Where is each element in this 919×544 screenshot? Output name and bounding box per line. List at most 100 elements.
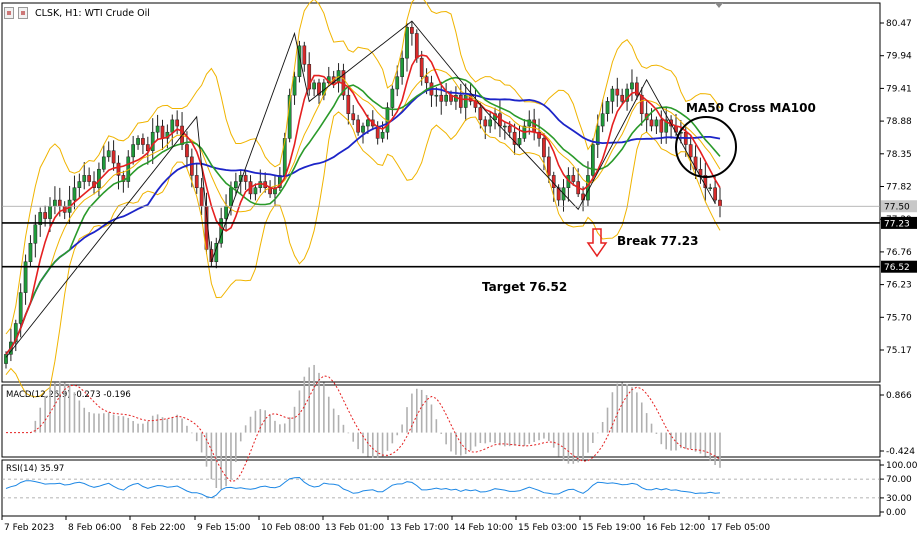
candle-body: [253, 187, 258, 195]
candle-body: [185, 144, 189, 158]
candle-body: [77, 181, 82, 188]
chart-header: CLSK, H1: WTI Crude Oil: [4, 5, 150, 21]
candle-body: [571, 175, 576, 182]
candle-body: [101, 156, 106, 170]
candle-body: [502, 125, 507, 128]
candle-body: [463, 94, 468, 108]
candle-body: [600, 113, 605, 127]
time-tick-label: 8 Feb 06:00: [68, 523, 122, 533]
candle-body: [43, 212, 47, 219]
candle-body: [82, 175, 87, 182]
time-tick-label: 13 Feb 01:00: [325, 523, 384, 533]
candle-body: [312, 82, 316, 90]
macd-title: MACD(12,26,9) -0.273 -0.196: [6, 390, 131, 400]
candle-body: [649, 119, 654, 127]
symbol-title: CLSK, H1: WTI Crude Oil: [35, 7, 150, 19]
candle-body: [380, 131, 385, 139]
candle-body: [517, 138, 522, 145]
time-tick-label: 9 Feb 15:00: [197, 523, 251, 533]
rsi-tick-label: 0.00: [886, 508, 906, 518]
candle-body: [361, 125, 365, 133]
candle-body: [615, 88, 620, 96]
candle-body: [424, 76, 429, 84]
candle-body: [410, 27, 414, 34]
candle-body: [57, 199, 62, 207]
candle-body: [224, 205, 228, 219]
candle-body: [439, 94, 444, 102]
price-pane: [1, 2, 881, 383]
candle-body: [713, 187, 717, 201]
candle-body: [28, 243, 33, 263]
candle-body: [292, 76, 297, 96]
price-tick-label: 79.94: [886, 52, 912, 62]
time-tick-label: 7 Feb 2023: [4, 523, 54, 533]
time-tick-label: 10 Feb 08:00: [261, 523, 320, 533]
candle-body: [136, 138, 140, 145]
candle-body: [160, 125, 165, 139]
level-tag-label: 77.23: [884, 219, 910, 229]
candle-body: [48, 205, 52, 219]
candle-body: [400, 57, 404, 77]
candle-body: [630, 82, 634, 90]
candle-body: [366, 119, 370, 127]
rsi-tick-label: 30.00: [886, 494, 912, 504]
time-tick-label: 15 Feb 03:00: [518, 523, 577, 533]
candle-body: [356, 119, 360, 133]
candle-body: [199, 187, 204, 207]
price-tick-label: 75.70: [886, 313, 912, 323]
candle-body: [620, 94, 625, 102]
candle-body: [155, 125, 160, 133]
rsi-pane: [1, 459, 881, 517]
candle-body: [507, 125, 512, 133]
last-price-label: 77.50: [884, 203, 910, 213]
window-icon[interactable]: [4, 7, 14, 19]
candle-body: [390, 88, 395, 108]
candle-body: [111, 150, 116, 164]
time-tick-label: 8 Feb 22:00: [132, 523, 186, 533]
time-tick-label: 16 Feb 12:00: [646, 523, 705, 533]
macd-pane: [1, 384, 881, 458]
price-tick-label: 80.47: [886, 19, 912, 29]
candle-body: [478, 107, 483, 121]
candle-body: [189, 156, 194, 176]
time-tick-label: 15 Feb 19:00: [582, 523, 641, 533]
macd-tick-label: -0.424: [886, 447, 915, 457]
candle-body: [586, 175, 590, 201]
price-tick-label: 75.17: [886, 346, 912, 356]
price-chart[interactable]: 80.4779.9479.4178.8878.3577.8277.2976.76…: [0, 0, 919, 540]
candle-body: [659, 119, 664, 133]
time-tick-label: 17 Feb 05:00: [711, 523, 770, 533]
price-tick-label: 78.88: [886, 117, 912, 127]
candle-body: [718, 199, 722, 207]
price-tick-label: 76.23: [886, 281, 912, 291]
candle-body: [106, 150, 111, 158]
time-tick-label: 14 Feb 10:00: [454, 523, 513, 533]
candle-body: [483, 119, 488, 127]
candle-body: [590, 144, 595, 176]
level-tag-label: 76.52: [884, 263, 910, 273]
price-tick-label: 78.35: [886, 150, 912, 160]
candle-body: [229, 187, 233, 207]
rsi-tick-label: 70.00: [886, 475, 912, 485]
candle-body: [243, 175, 248, 182]
candle-body: [532, 119, 537, 133]
candle-body: [488, 119, 493, 127]
candle-body: [395, 76, 400, 90]
macd-tick-label: 0.866: [886, 391, 912, 401]
candle-body: [444, 94, 448, 102]
candle-body: [87, 175, 91, 182]
candle-body: [33, 224, 38, 244]
candle-body: [458, 94, 463, 108]
candle-body: [542, 138, 546, 158]
price-tick-label: 76.76: [886, 248, 912, 258]
candle-body: [194, 175, 199, 188]
candle-body: [170, 119, 175, 133]
candle-body: [72, 187, 77, 201]
candle-body: [405, 27, 409, 59]
rsi-title: RSI(14) 35.97: [6, 464, 64, 474]
candle-body: [688, 144, 693, 158]
window-icon[interactable]: [18, 7, 28, 19]
candle-body: [654, 119, 659, 127]
candle-body: [141, 138, 145, 145]
candle-body: [419, 57, 424, 77]
